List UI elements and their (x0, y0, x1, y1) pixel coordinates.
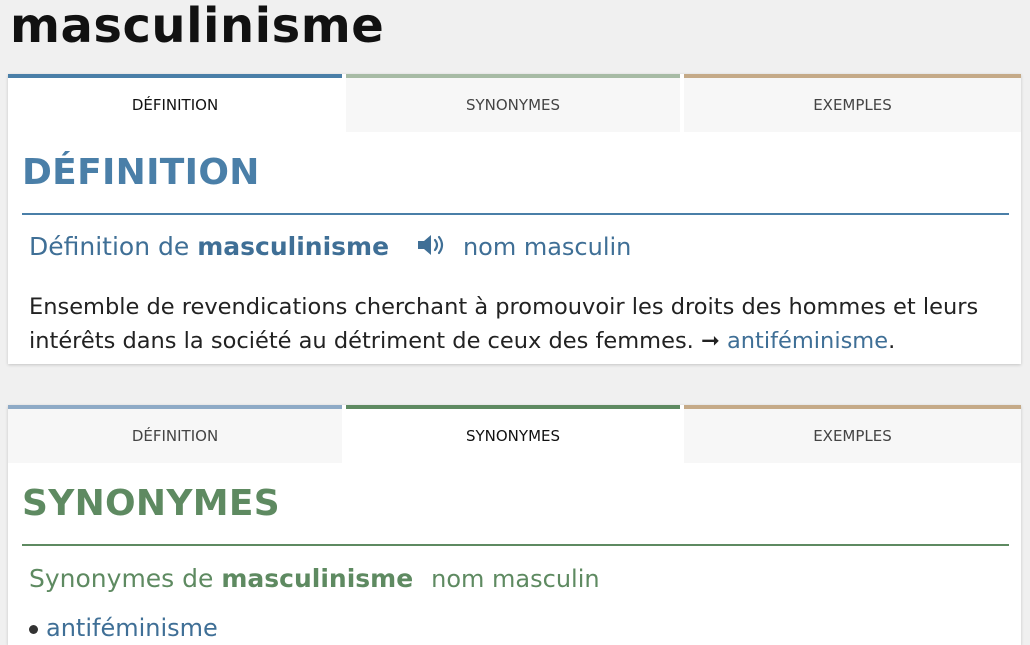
tab-synonymes[interactable]: SYNONYMES (346, 405, 680, 463)
definition-part-of-speech: nom masculin (462, 233, 632, 261)
bullet-icon (29, 624, 38, 634)
tab-exemples[interactable]: EXEMPLES (684, 405, 1021, 463)
definition-word: masculinisme (197, 232, 390, 261)
definition-heading: DÉFINITION (22, 152, 260, 193)
synonyms-word: masculinisme (221, 564, 414, 593)
list-item: antiféminisme (29, 614, 218, 642)
tab-synonymes[interactable]: SYNONYMES (346, 74, 680, 132)
arrow-icon: ➞ (700, 328, 720, 354)
synonyms-divider (22, 544, 1009, 546)
definition-card: DÉFINITION SYNONYMES EXEMPLES DÉFINITION… (8, 74, 1021, 364)
definition-tabs: DÉFINITION SYNONYMES EXEMPLES (8, 74, 1021, 132)
tab-exemples[interactable]: EXEMPLES (684, 74, 1021, 132)
synonyms-card: DÉFINITION SYNONYMES EXEMPLES SYNONYMES … (8, 405, 1021, 645)
synonyms-heading: SYNONYMES (22, 483, 280, 524)
definition-subtitle-prefix: Définition de (29, 232, 190, 261)
definition-subtitle: Définition de masculinisme nom masculin (29, 232, 631, 263)
page-title: masculinisme (10, 0, 385, 54)
definition-end-punct: . (888, 328, 896, 354)
synonym-link[interactable]: antiféminisme (46, 614, 218, 642)
tab-definition[interactable]: DÉFINITION (8, 405, 342, 463)
definition-text-block: Ensemble de revendications cherchant à p… (29, 290, 1009, 358)
synonyms-subtitle: Synonymes de masculinisme nom masculin (29, 564, 600, 593)
tab-definition[interactable]: DÉFINITION (8, 74, 342, 132)
synonyms-tabs: DÉFINITION SYNONYMES EXEMPLES (8, 405, 1021, 463)
speaker-icon[interactable] (415, 233, 447, 263)
see-also-link[interactable]: antiféminisme (727, 328, 888, 354)
definition-divider (22, 213, 1009, 215)
synonyms-part-of-speech: nom masculin (431, 565, 600, 593)
synonyms-subtitle-prefix: Synonymes de (29, 564, 214, 593)
